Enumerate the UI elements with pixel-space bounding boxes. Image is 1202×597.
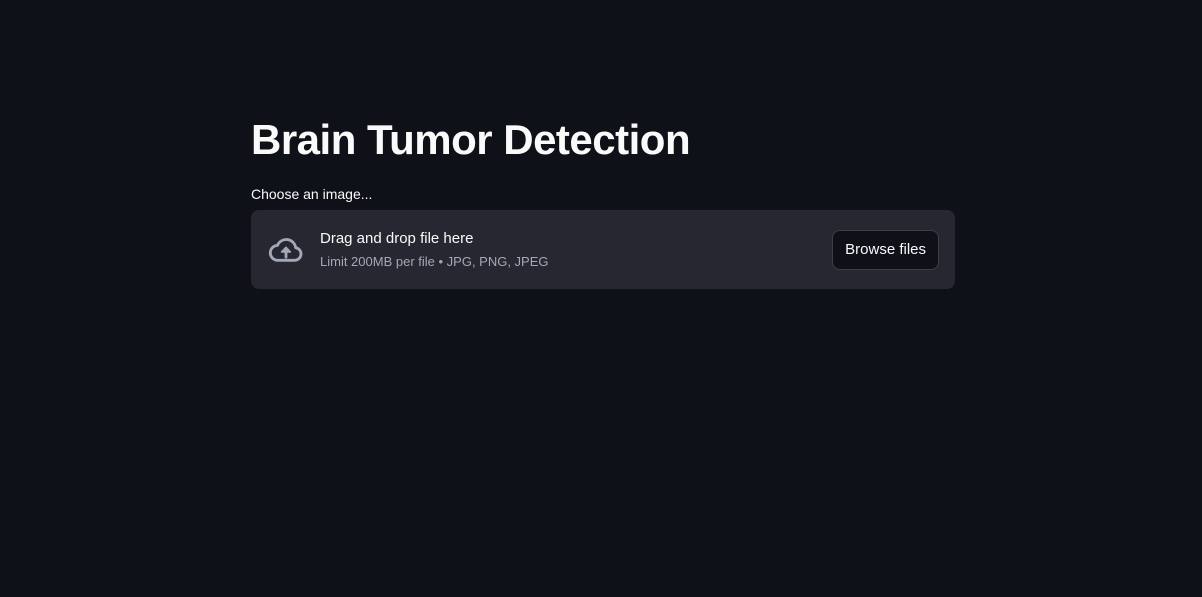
page-title: Brain Tumor Detection: [251, 116, 691, 163]
browse-files-button[interactable]: Browse files: [832, 229, 939, 270]
file-dropzone[interactable]: Drag and drop file here Limit 200MB per …: [251, 210, 955, 289]
file-uploader-label: Choose an image...: [251, 186, 373, 202]
dropzone-instructions: Drag and drop file here Limit 200MB per …: [320, 229, 832, 270]
app-root: Brain Tumor Detection Choose an image...…: [0, 0, 1202, 597]
file-limit-text: Limit 200MB per file • JPG, PNG, JPEG: [320, 254, 549, 269]
drag-drop-text: Drag and drop file here: [320, 230, 474, 247]
cloud-upload-icon: [267, 231, 305, 269]
